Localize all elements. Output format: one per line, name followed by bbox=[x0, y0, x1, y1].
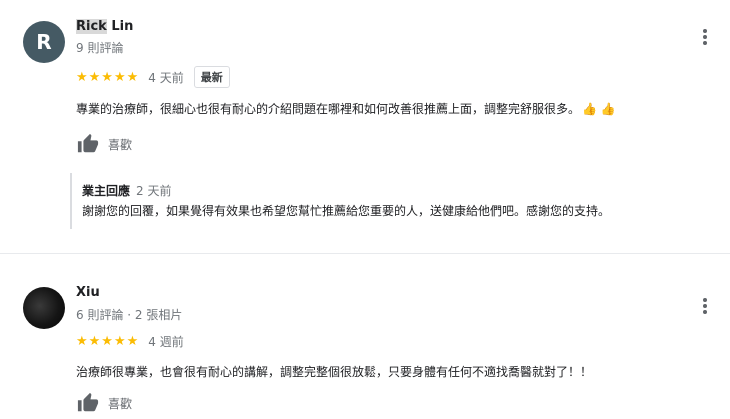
review-time: 4 天前 bbox=[148, 70, 184, 85]
more-options-button[interactable] bbox=[697, 26, 713, 48]
reviewer-name-rest: Lin bbox=[106, 19, 134, 34]
more-vert-icon bbox=[703, 35, 707, 39]
star-rating: ★★★★★ bbox=[76, 333, 140, 349]
reviews-page: R Rick Lin 9 則評論 ★★★★★ 4 天前 最新 專業的治療師，很細… bbox=[0, 0, 730, 419]
avatar-letter: R bbox=[36, 30, 52, 54]
more-options-button[interactable] bbox=[697, 295, 713, 317]
star-rating: ★★★★★ bbox=[76, 69, 140, 85]
reviewer-name[interactable]: Rick Lin bbox=[76, 19, 133, 34]
more-vert-icon bbox=[703, 41, 707, 45]
owner-reply: 業主回應 2 天前 謝謝您的回覆，如果覺得有效果也希望您幫忙推薦給您重要的人，送健… bbox=[70, 173, 710, 229]
reviewer-meta[interactable]: 6 則評論 · 2 張相片 bbox=[76, 306, 182, 323]
owner-reply-text: 謝謝您的回覆，如果覺得有效果也希望您幫忙推薦給您重要的人，送健康給他們吧。感謝您… bbox=[82, 204, 611, 218]
more-vert-icon bbox=[703, 310, 707, 314]
like-label: 喜歡 bbox=[108, 137, 133, 152]
more-vert-icon bbox=[703, 298, 707, 302]
thumbs-up-icon bbox=[77, 133, 99, 153]
reviewer-name-highlight: Rick bbox=[76, 19, 107, 34]
review-text: 專業的治療師，很細心也很有耐心的介紹問題在哪裡和如何改善很推薦上面，調整完舒服很… bbox=[76, 100, 726, 117]
new-badge: 最新 bbox=[193, 66, 230, 88]
review-text: 治療師很專業，也會很有耐心的講解，調整完整個很放鬆，只要身體有任何不適找喬醫就對… bbox=[76, 365, 593, 379]
avatar[interactable]: R bbox=[23, 21, 65, 63]
owner-reply-label: 業主回應 bbox=[82, 184, 131, 198]
review-time: 4 週前 bbox=[148, 334, 184, 349]
thumbs-emoji: 👍 👍 bbox=[582, 102, 616, 116]
avatar[interactable] bbox=[23, 287, 65, 329]
owner-reply-header: 業主回應 2 天前 bbox=[82, 182, 710, 199]
more-vert-icon bbox=[703, 29, 707, 33]
like-button[interactable]: 喜歡 bbox=[76, 133, 132, 155]
reviewer-name[interactable]: Xiu bbox=[76, 285, 100, 300]
rating-row: ★★★★★ 4 天前 最新 bbox=[76, 66, 230, 88]
like-button[interactable]: 喜歡 bbox=[76, 392, 132, 414]
thumbs-up-icon bbox=[77, 392, 99, 412]
like-label: 喜歡 bbox=[108, 396, 133, 411]
divider bbox=[0, 253, 730, 254]
rating-row: ★★★★★ 4 週前 bbox=[76, 330, 184, 352]
owner-reply-time: 2 天前 bbox=[136, 184, 172, 198]
review-text-body: 專業的治療師，很細心也很有耐心的介紹問題在哪裡和如何改善很推薦上面，調整完舒服很… bbox=[76, 102, 581, 116]
more-vert-icon bbox=[703, 304, 707, 308]
reviewer-meta[interactable]: 9 則評論 bbox=[76, 39, 123, 56]
